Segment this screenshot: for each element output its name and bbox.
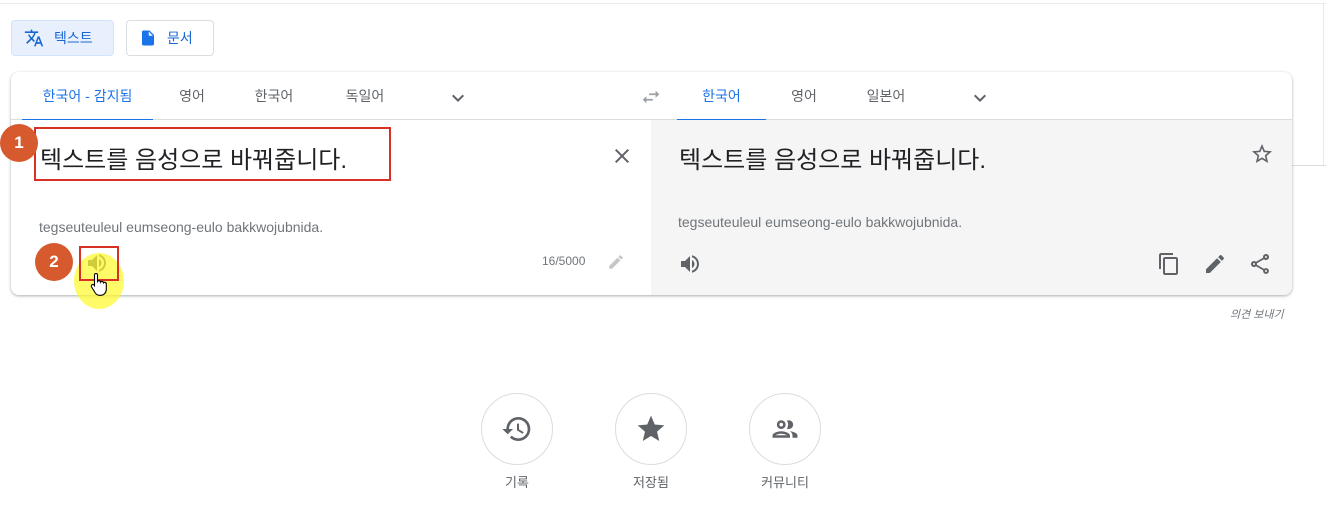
tab-source-korean[interactable]: 한국어 bbox=[241, 72, 307, 120]
document-mode-label: 문서 bbox=[167, 30, 193, 46]
history-button[interactable] bbox=[481, 393, 553, 465]
chevron-down-icon[interactable] bbox=[446, 86, 470, 110]
tab-target-japanese[interactable]: 일본어 bbox=[851, 72, 921, 120]
pencil-icon[interactable] bbox=[607, 253, 625, 271]
send-feedback-link[interactable]: 의견 보내기 bbox=[1230, 306, 1284, 322]
community-icon bbox=[772, 420, 798, 438]
document-mode-button[interactable]: 문서 bbox=[126, 20, 214, 56]
tab-target-korean[interactable]: 한국어 bbox=[677, 72, 766, 121]
saved-button[interactable] bbox=[615, 393, 687, 465]
history-icon bbox=[502, 417, 531, 441]
history-label: 기록 bbox=[505, 475, 529, 490]
target-romanization: tegseuteuleul eumseong-eulo bakkwojubnid… bbox=[678, 214, 963, 230]
translate-icon bbox=[24, 29, 44, 47]
saved-star-icon bbox=[637, 415, 665, 441]
translated-text: 텍스트를 음성으로 바꿔줍니다. bbox=[679, 147, 987, 174]
speaker-icon[interactable] bbox=[678, 252, 702, 276]
source-romanization: tegseuteuleul eumseong-eulo bakkwojubnid… bbox=[39, 219, 324, 235]
step1-badge: 1 bbox=[0, 124, 38, 162]
document-icon bbox=[142, 30, 154, 46]
step2-badge: 2 bbox=[35, 243, 73, 281]
swap-icon[interactable] bbox=[639, 86, 663, 108]
target-pane: 텍스트를 음성으로 바꿔줍니다. tegseuteuleul eumseong-… bbox=[651, 120, 1292, 295]
tab-source-german[interactable]: 독일어 bbox=[327, 72, 403, 120]
community-label: 커뮤니티 bbox=[761, 475, 809, 490]
chevron-down-icon[interactable] bbox=[968, 86, 992, 110]
top-divider bbox=[0, 3, 1326, 4]
translation-card: 한국어 - 감지됨 영어 한국어 독일어 한국어 영어 일본어 텍스트를 음성으… bbox=[11, 72, 1292, 295]
text-mode-button[interactable]: 텍스트 bbox=[11, 20, 114, 56]
tab-source-detected[interactable]: 한국어 - 감지됨 bbox=[22, 72, 153, 121]
community-button[interactable] bbox=[749, 393, 821, 465]
background-divider bbox=[1290, 165, 1326, 166]
saved-label: 저장됨 bbox=[633, 475, 669, 490]
right-edge-line bbox=[1323, 3, 1324, 165]
hand-cursor-icon bbox=[90, 272, 107, 296]
edit-icon[interactable] bbox=[1203, 252, 1227, 276]
copy-icon[interactable] bbox=[1157, 252, 1181, 276]
tab-source-english[interactable]: 영어 bbox=[161, 72, 223, 120]
star-icon[interactable] bbox=[1250, 142, 1274, 166]
language-bar: 한국어 - 감지됨 영어 한국어 독일어 한국어 영어 일본어 bbox=[11, 72, 1292, 121]
close-icon[interactable] bbox=[610, 144, 634, 168]
tab-target-english[interactable]: 영어 bbox=[771, 72, 837, 120]
share-icon[interactable] bbox=[1248, 252, 1272, 276]
text-mode-label: 텍스트 bbox=[54, 30, 93, 46]
character-count: 16/5000 bbox=[542, 254, 586, 268]
step1-highlight-box bbox=[34, 127, 391, 181]
